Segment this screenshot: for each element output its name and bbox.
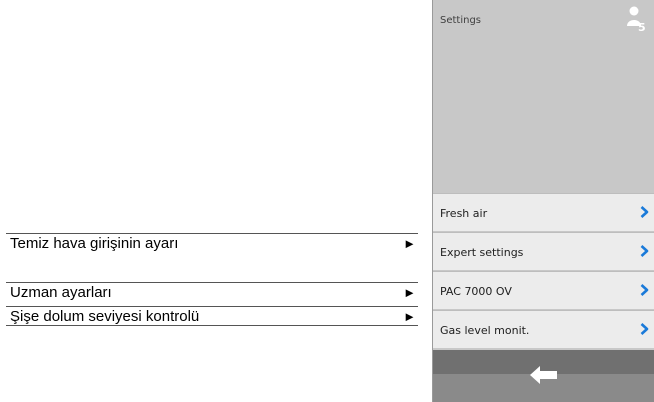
annotation-label: Temiz hava girişinin ayarı xyxy=(10,235,179,252)
screen-title: Settings xyxy=(440,15,482,26)
back-button[interactable] xyxy=(528,362,560,388)
annotation-expert-settings: Uzman ayarları ► xyxy=(6,282,418,302)
menu-item-label: Expert settings xyxy=(440,246,524,259)
annotation-arrow-icon: ► xyxy=(403,285,416,300)
annotation-label: Uzman ayarları xyxy=(10,284,112,301)
menu-item-gas-level-monit[interactable]: Gas level monit. xyxy=(433,310,654,348)
chevron-right-icon xyxy=(640,206,649,218)
annotation-label: Şişe dolum seviyesi kontrolü xyxy=(10,308,200,325)
menu-item-label: Fresh air xyxy=(440,207,488,220)
device-screen: Settings 5 Fresh air Expert settings PAC… xyxy=(432,0,654,402)
user-level-icon: 5 xyxy=(627,6,646,32)
menu-item-fresh-air[interactable]: Fresh air xyxy=(433,193,654,231)
back-arrow-icon xyxy=(530,366,557,384)
annotation-arrow-icon: ► xyxy=(403,236,416,251)
user-level-number: 5 xyxy=(638,21,646,32)
chevron-right-icon xyxy=(640,245,649,257)
menu-item-expert-settings[interactable]: Expert settings xyxy=(433,232,654,270)
menu-item-label: Gas level monit. xyxy=(440,324,530,337)
screen-header: Settings 5 xyxy=(433,0,654,192)
menu-item-pac-7000-ov[interactable]: PAC 7000 OV xyxy=(433,271,654,309)
annotation-gas-level: Şişe dolum seviyesi kontrolü ► xyxy=(6,306,418,326)
annotation-arrow-icon: ► xyxy=(403,309,416,324)
menu-item-label: PAC 7000 OV xyxy=(440,285,512,298)
chevron-right-icon xyxy=(640,284,649,296)
chevron-right-icon xyxy=(640,323,649,335)
annotation-fresh-air: Temiz hava girişinin ayarı ► xyxy=(6,233,418,253)
